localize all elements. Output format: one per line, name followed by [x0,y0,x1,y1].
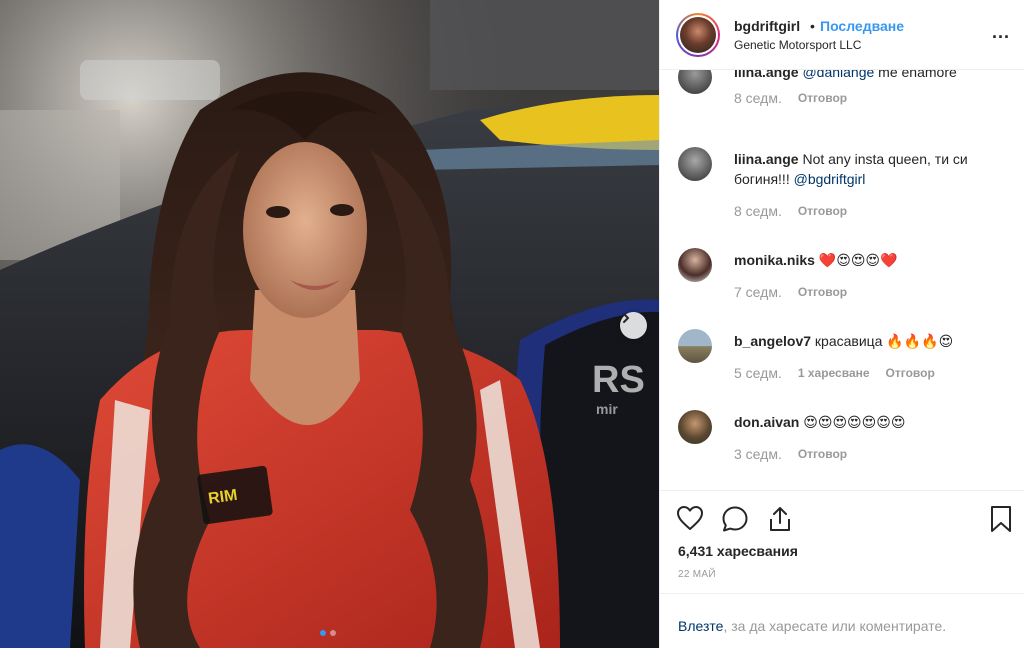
comment-text: b_angelov7 красавица 🔥🔥🔥😍 [734,331,1004,351]
comment-time[interactable]: 5 седм. [734,365,782,381]
comments-list[interactable]: liina.ange @danlange me enamore 8 седм. … [660,70,1024,490]
comment-content: me enamore [874,70,957,80]
comment-time[interactable]: 8 седм. [734,203,782,219]
reply-button[interactable]: Отговор [798,204,847,218]
author-avatar[interactable] [676,13,720,57]
commenter-avatar[interactable] [678,329,712,363]
comment-content: 😍😍😍😍😍😍😍 [803,414,906,430]
commenter-avatar[interactable] [678,70,712,94]
post-photo[interactable]: RS mir RIM [0,0,659,648]
reply-button[interactable]: Отговор [798,91,847,105]
chevron-right-icon [623,313,629,323]
likes-count[interactable]: 6,431 харесвания [678,543,798,559]
reply-button[interactable]: Отговор [886,366,935,380]
login-suffix: , за да харесате или коментирате. [723,618,947,634]
comment-username[interactable]: don.aivan [734,414,799,430]
comment-text: monika.niks ❤️😍😍😍❤️ [734,250,1004,270]
comment-meta: 7 седм. Отговор [734,284,847,300]
svg-text:mir: mir [596,401,618,417]
comment-meta: 3 седм. Отговор [734,446,847,462]
comment-meta: 8 седм. Отговор [734,90,847,106]
carousel-dot [330,630,336,636]
comment-time[interactable]: 7 седм. [734,284,782,300]
commenter-avatar[interactable] [678,248,712,282]
login-prompt: Влезте, за да харесате или коментирате. [660,593,1024,648]
commenter-avatar[interactable] [678,410,712,444]
bookmark-icon[interactable] [989,505,1013,538]
comment-meta: 8 седм. Отговор [734,203,847,219]
comment-mention[interactable]: @bgdriftgirl [794,171,866,187]
commenter-avatar[interactable] [678,147,712,181]
login-link[interactable]: Влезте [678,618,723,634]
comment-username[interactable]: liina.ange [734,151,799,167]
comment-username[interactable]: monika.niks [734,252,815,268]
post-header: bgdriftgirl • Последване Genetic Motorsp… [660,0,1024,70]
comment-username[interactable]: liina.ange [734,70,799,80]
comment-time[interactable]: 8 седм. [734,90,782,106]
comment-username[interactable]: b_angelov7 [734,333,811,349]
comment-text: liina.ange Not any insta queen, ти си бо… [734,149,1004,189]
comment-text: don.aivan 😍😍😍😍😍😍😍 [734,412,1004,432]
comment-content: красавица 🔥🔥🔥😍 [814,333,954,349]
comment-likes-count[interactable]: 1 харесване [798,366,870,380]
follow-button[interactable]: Последване [820,18,904,34]
login-prompt-text: Влезте, за да харесате или коментирате. [678,618,946,634]
comment-meta: 5 седм. 1 харесване Отговор [734,365,935,381]
comment-text: liina.ange @danlange me enamore [734,70,1004,82]
header-separator: • [810,18,815,34]
carousel-indicator [320,630,336,636]
heart-icon[interactable] [676,505,704,536]
reply-button[interactable]: Отговор [798,447,847,461]
comment-icon[interactable] [721,505,749,538]
post-actions: 6,431 харесвания 22 МАЙ [660,490,1024,593]
comment-mention[interactable]: @danlange [802,70,874,80]
author-username[interactable]: bgdriftgirl [734,18,800,34]
post-side-panel: bgdriftgirl • Последване Genetic Motorsp… [659,0,1024,648]
comment-content: ❤️😍😍😍❤️ [818,252,898,268]
comment-time[interactable]: 3 седм. [734,446,782,462]
share-icon[interactable] [766,505,794,538]
carousel-next-button[interactable] [620,312,647,339]
post-date[interactable]: 22 МАЙ [678,569,716,580]
svg-text:RS: RS [592,359,645,401]
carousel-dot-active [320,630,326,636]
reply-button[interactable]: Отговор [798,285,847,299]
more-options-button[interactable]: ... [992,22,1010,43]
photo-illustration: RS mir RIM [0,0,659,648]
location-link[interactable]: Genetic Motorsport LLC [734,38,861,52]
